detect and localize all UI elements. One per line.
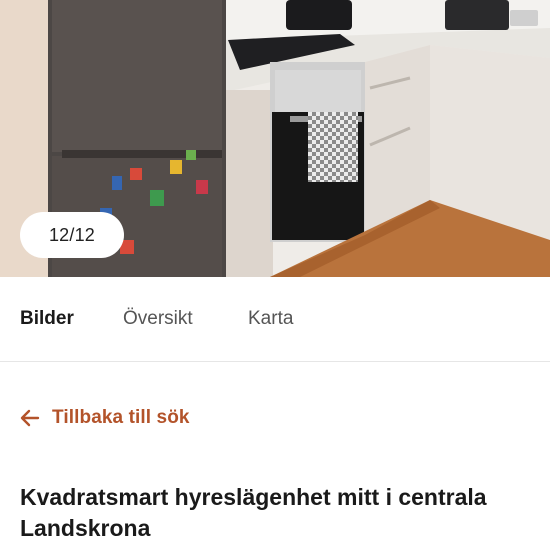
back-to-search-link[interactable]: Tillbaka till sök bbox=[18, 403, 190, 433]
tab-karta[interactable]: Karta bbox=[248, 308, 293, 330]
tab-oversikt[interactable]: Översikt bbox=[123, 308, 193, 330]
image-counter-badge: 12/12 bbox=[20, 212, 124, 258]
tab-bar: Bilder Översikt Karta bbox=[0, 277, 550, 362]
back-to-search-label: Tillbaka till sök bbox=[52, 407, 190, 428]
listing-photo[interactable]: 12/12 bbox=[0, 0, 550, 277]
listing-title: Kvadratsmart hyreslägenhet mitt i centra… bbox=[20, 484, 487, 541]
arrow-left-icon bbox=[20, 409, 40, 427]
tab-bilder[interactable]: Bilder bbox=[20, 308, 74, 330]
